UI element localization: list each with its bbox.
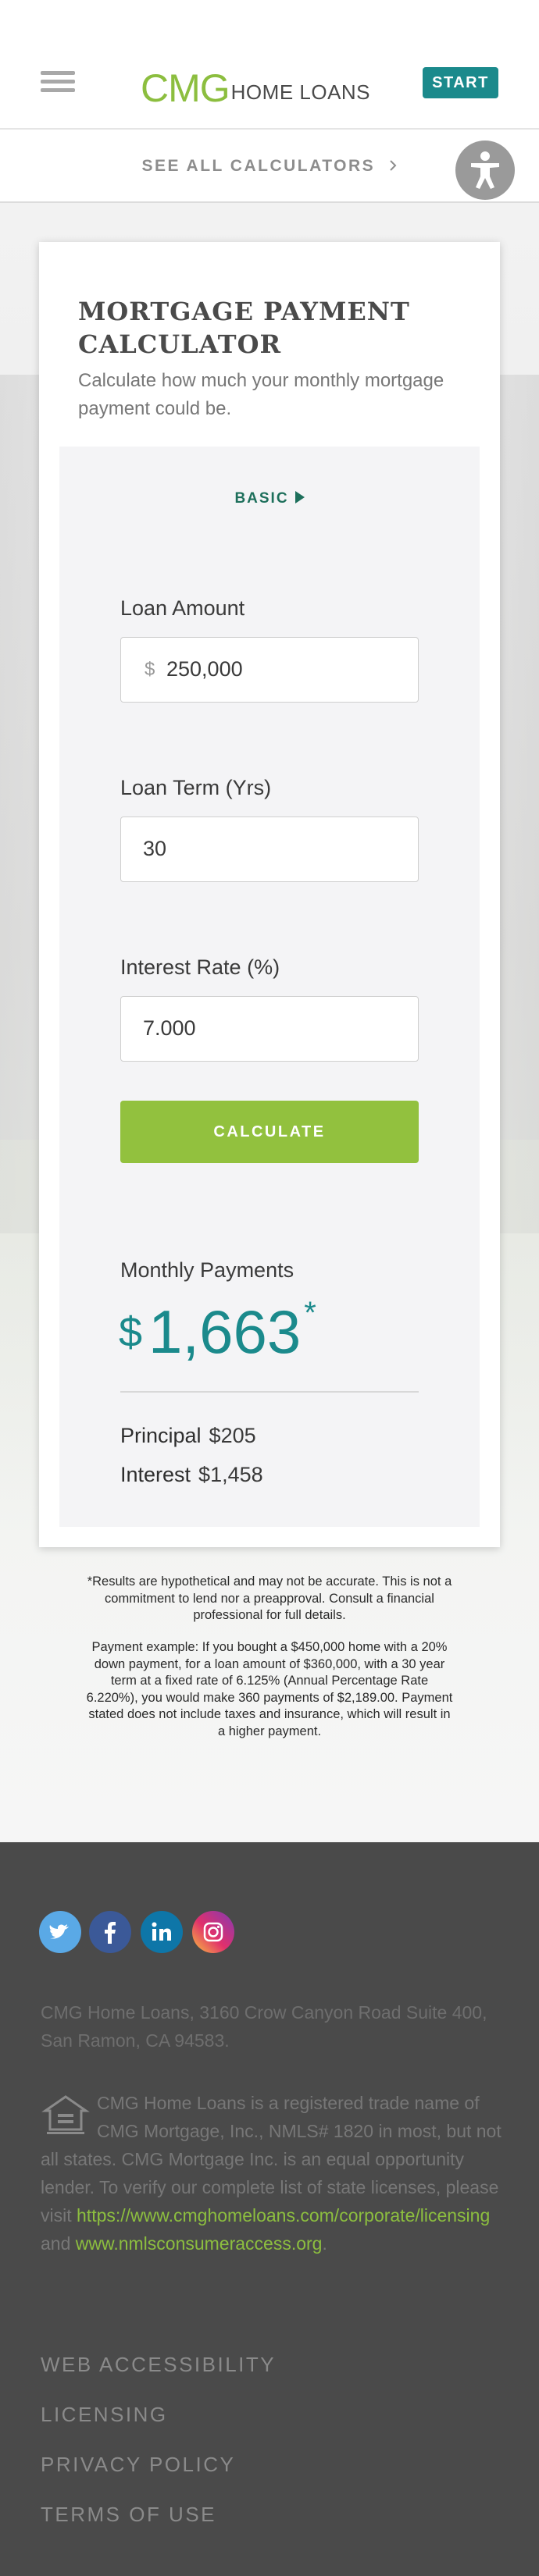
twitter-icon[interactable] xyxy=(39,1911,81,1953)
see-all-calculators-label: SEE ALL CALCULATORS xyxy=(141,157,376,175)
linkedin-icon[interactable] xyxy=(141,1911,183,1953)
loan-amount-label: Loan Amount xyxy=(120,596,245,620)
loan-term-label: Loan Term (Yrs) xyxy=(120,776,272,799)
menu-icon[interactable] xyxy=(41,71,75,93)
currency-symbol: $ xyxy=(119,1309,143,1356)
calculate-button[interactable]: CALCULATE xyxy=(120,1101,419,1163)
payment-example-disclaimer: Payment example: If you bought a $450,00… xyxy=(86,1640,453,1738)
results-divider xyxy=(120,1391,419,1393)
tab-basic-text: BASIC xyxy=(234,490,289,507)
accessibility-button[interactable] xyxy=(455,141,515,200)
disclaimer-asterisk: * xyxy=(304,1296,316,1330)
interest-value: $1,458 xyxy=(198,1463,263,1486)
logo-home-loans-text: HOME LOANS xyxy=(230,80,371,104)
monthly-payment-amount: 1,663 xyxy=(148,1297,302,1366)
start-button[interactable]: START xyxy=(423,67,498,98)
chevron-right-icon xyxy=(389,160,396,171)
site-footer: CMG Home Loans, 3160 Crow Canyon Road Su… xyxy=(0,1842,539,2576)
nmls-url-link[interactable]: www.nmlsconsumeraccess.org xyxy=(76,2233,323,2254)
site-header: CMG HOME LOANS START xyxy=(0,0,539,130)
play-triangle-icon xyxy=(294,491,305,503)
company-address: CMG Home Loans, 3160 Crow Canyon Road Su… xyxy=(41,2002,487,2051)
page-subtitle: Calculate how much your monthly mortgage… xyxy=(78,370,444,419)
licensing-url-link[interactable]: https://www.cmghomeloans.com/corporate/l… xyxy=(77,2205,490,2226)
equal-housing-icon xyxy=(41,2095,90,2134)
calculator-form: Loan Amount $ Loan Term (Yrs) Interest R… xyxy=(59,509,480,1527)
interest-rate-field xyxy=(120,996,419,1062)
interest-rate-input[interactable] xyxy=(143,1011,393,1045)
and-text: and xyxy=(41,2233,71,2254)
web-accessibility-link[interactable]: WEB ACCESSIBILITY xyxy=(41,2353,276,2377)
privacy-policy-link[interactable]: PRIVACY POLICY xyxy=(41,2453,235,2477)
principal-row: Principal $205 xyxy=(120,1424,256,1448)
monthly-payments-label: Monthly Payments xyxy=(120,1258,294,1282)
instagram-icon[interactable] xyxy=(192,1911,234,1953)
interest-row: Interest $1,458 xyxy=(120,1463,263,1487)
cmg-logo[interactable]: CMG HOME LOANS xyxy=(141,61,370,108)
legal-period: . xyxy=(322,2233,327,2254)
monthly-payment-value: $1,663 * xyxy=(119,1297,316,1362)
results-disclaimer: *Results are hypothetical and may not be… xyxy=(87,1574,452,1622)
licensing-link[interactable]: LICENSING xyxy=(41,2403,168,2427)
loan-term-field xyxy=(120,817,419,882)
loan-amount-input[interactable] xyxy=(166,652,401,686)
interest-label: Interest xyxy=(120,1463,191,1486)
principal-label: Principal xyxy=(120,1424,202,1447)
facebook-icon[interactable] xyxy=(89,1911,131,1953)
tab-basic-label: BASIC xyxy=(234,468,305,507)
accessibility-icon xyxy=(471,151,499,189)
legal-text-block: CMG Home Loans is a registered trade nam… xyxy=(41,2089,502,2258)
terms-of-use-link[interactable]: TERMS OF USE xyxy=(41,2503,216,2527)
interest-rate-label: Interest Rate (%) xyxy=(120,955,280,979)
dollar-prefix: $ xyxy=(145,659,155,680)
loan-term-input[interactable] xyxy=(143,831,393,866)
principal-value: $205 xyxy=(209,1424,256,1447)
tab-basic[interactable]: BASIC xyxy=(59,447,480,509)
page-title: MORTGAGE PAYMENT CALCULATOR xyxy=(78,297,410,359)
calculator-card: MORTGAGE PAYMENT CALCULATOR Calculate ho… xyxy=(39,242,500,1547)
loan-amount-field: $ xyxy=(120,637,419,703)
logo-cmg-text: CMG xyxy=(141,66,230,110)
